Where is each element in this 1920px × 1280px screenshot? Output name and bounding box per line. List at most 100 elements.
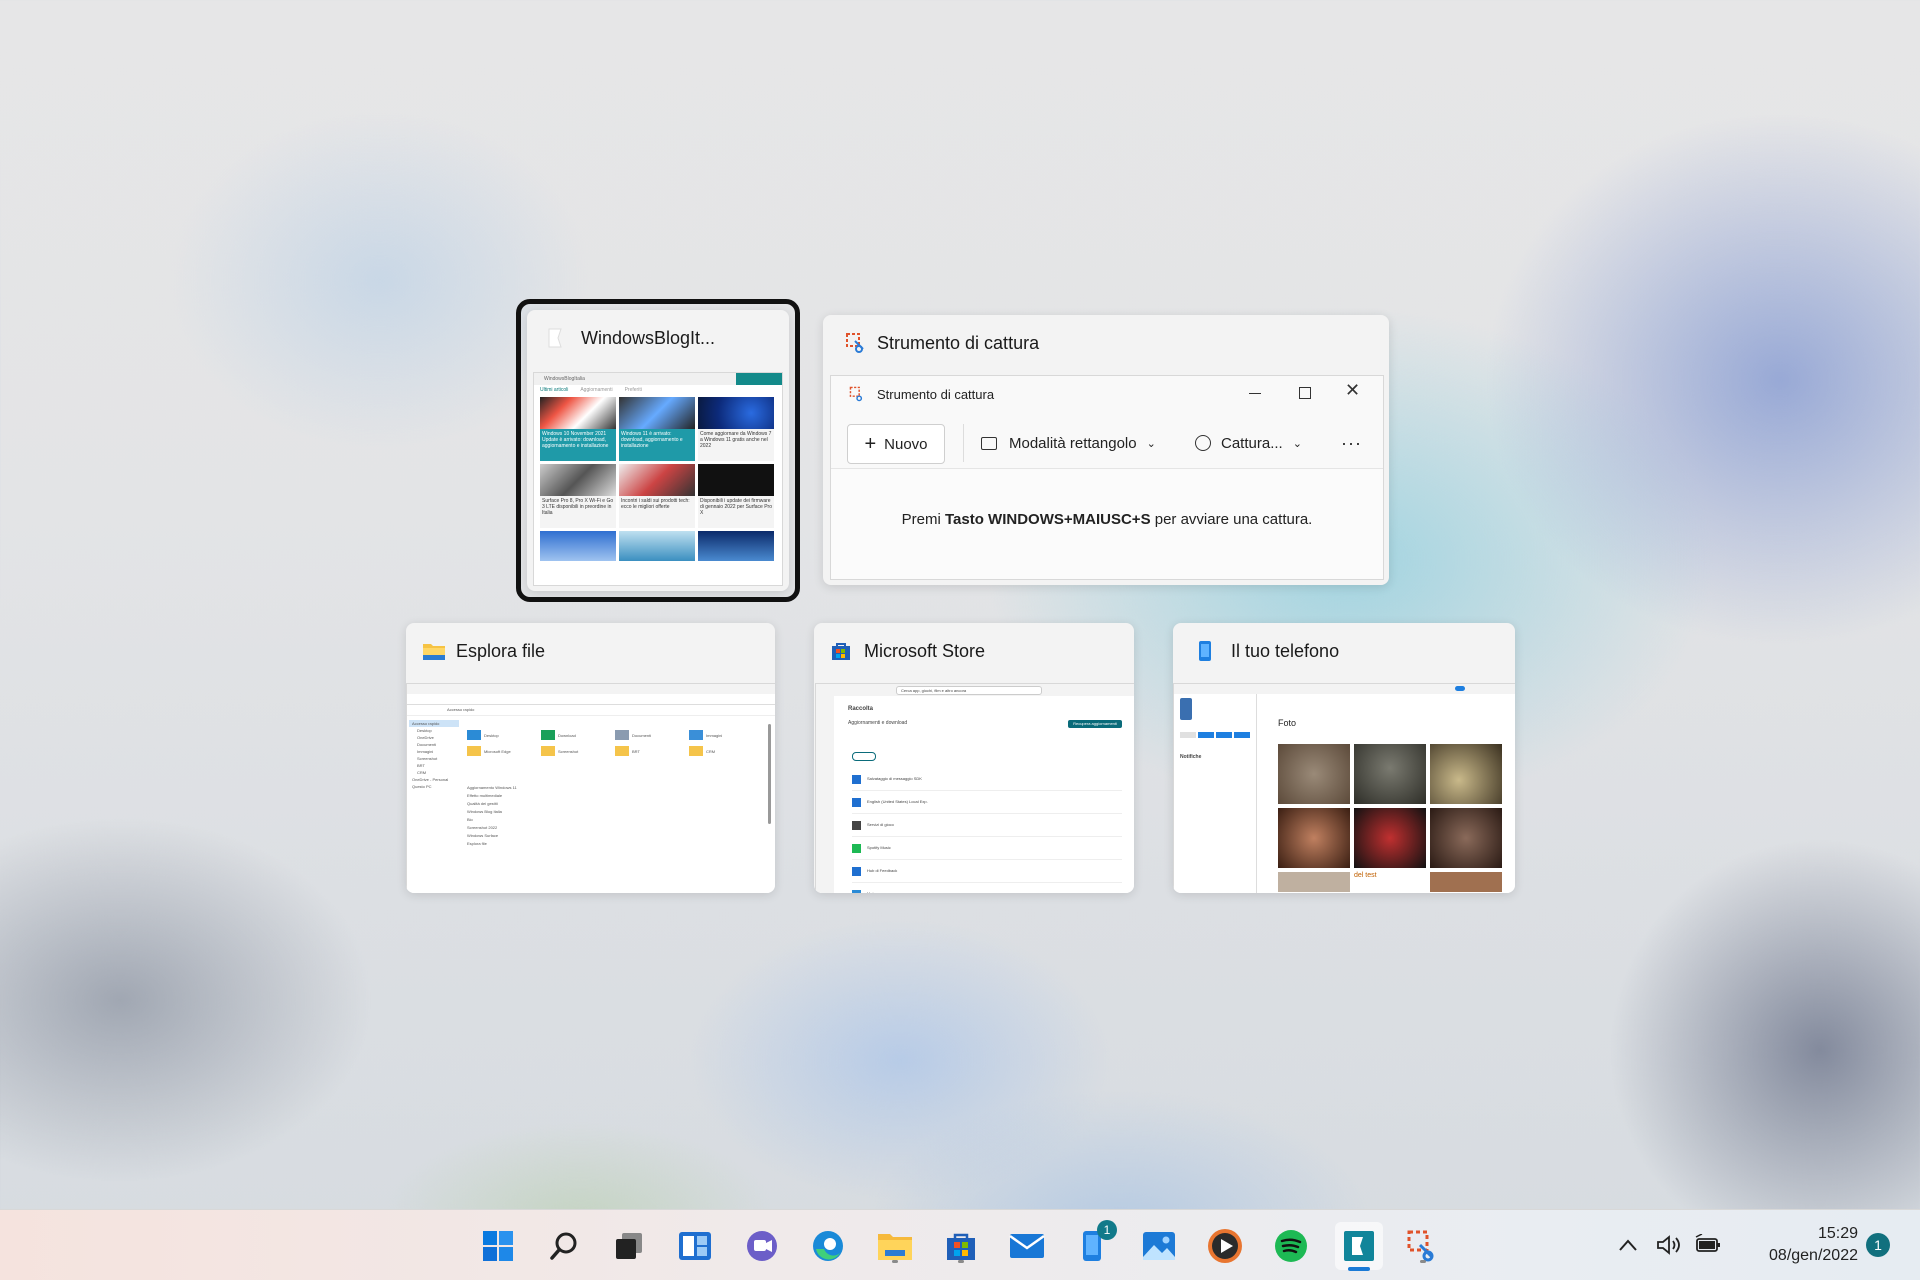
volume-button[interactable] xyxy=(1656,1210,1682,1280)
search-icon xyxy=(550,1232,577,1260)
window-card-your-phone[interactable]: Il tuo telefono Notifiche Foto del test xyxy=(1173,623,1515,893)
spotify-icon xyxy=(1275,1230,1307,1262)
preview-file: Effetto multimediale xyxy=(467,793,503,798)
preview-tile: Windows 11 è arrivato: download, aggiorn… xyxy=(619,397,695,461)
preview-folder: Desktop xyxy=(467,730,541,740)
more-options-icon[interactable]: ··· xyxy=(1341,424,1362,462)
snip-titlebar: Strumento di cattura ✕ xyxy=(831,376,1383,412)
hint-shortcut: Tasto WINDOWS+MAIUSC+S xyxy=(945,511,1151,528)
new-snip-button[interactable]: + Nuovo xyxy=(847,424,945,464)
clock-time: 15:29 xyxy=(1817,1225,1858,1242)
window-card-snipping-tool[interactable]: Strumento di cattura Strumento di cattur… xyxy=(823,315,1389,585)
preview-sidebar-item: OneDrive - Personal xyxy=(412,777,449,782)
tray-overflow-button[interactable] xyxy=(1618,1210,1638,1280)
snip-mode-dropdown[interactable]: Modalità rettangolo ⌄ xyxy=(981,424,1156,462)
mail-button[interactable] xyxy=(1007,1226,1047,1266)
media-player-button[interactable] xyxy=(1205,1226,1245,1266)
your-phone-button[interactable]: 1 xyxy=(1073,1220,1117,1266)
running-indicator xyxy=(892,1260,898,1263)
window-card-file-explorer[interactable]: Esplora file Accesso rapido Accesso rapi… xyxy=(406,623,775,893)
preview-folder-grid: Desktop Download Documenti Immagini Micr… xyxy=(467,730,767,756)
maximize-icon[interactable] xyxy=(1299,387,1311,399)
preview-photo xyxy=(1430,744,1502,804)
preview-app-row: Salvataggio di messaggio SDK xyxy=(852,768,1122,791)
preview-photo xyxy=(1430,872,1502,892)
preview-tile: Surface Pro 8, Pro X Wi-Fi e Go 3 LTE di… xyxy=(540,464,616,528)
microsoft-store-icon xyxy=(830,640,852,662)
chat-icon xyxy=(747,1231,777,1261)
start-button[interactable] xyxy=(478,1226,518,1266)
snipping-tool-icon xyxy=(849,386,865,402)
preview-ribbon xyxy=(407,694,775,705)
media-player-icon xyxy=(1208,1229,1242,1263)
preview-photo xyxy=(1278,744,1350,804)
edge-button[interactable] xyxy=(808,1226,848,1266)
battery-button[interactable] xyxy=(1694,1210,1722,1280)
window-title: Strumento di cattura xyxy=(877,332,1040,353)
preview-file: Qualità dei gestiti xyxy=(467,801,498,806)
snip-mode-label: Modalità rettangolo xyxy=(1009,434,1137,452)
widgets-icon xyxy=(679,1232,711,1260)
window-preview-microsoft-store: Cerca app, giochi, film e altro ancora R… xyxy=(815,683,1134,893)
preview-folder: Microsoft Edge xyxy=(467,746,541,756)
chevron-down-icon: ⌄ xyxy=(1146,437,1156,450)
plus-icon: + xyxy=(864,433,877,455)
notification-badge: 1 xyxy=(1097,1220,1117,1240)
snip-delay-dropdown[interactable]: Cattura... ⌄ xyxy=(1195,424,1302,462)
close-icon[interactable]: ✕ xyxy=(1345,380,1360,401)
preview-app-row: Meteo xyxy=(852,883,1122,893)
preview-sidebar-item: Accesso rapido xyxy=(409,720,459,727)
widgets-button[interactable] xyxy=(675,1226,715,1266)
windowsblog-button[interactable] xyxy=(1335,1222,1383,1271)
preview-file: Bio xyxy=(467,817,473,822)
preview-app-row: Hub di Feedback xyxy=(852,860,1122,883)
preview-search: Cerca app, giochi, film e altro ancora xyxy=(896,686,1042,695)
task-view-button[interactable] xyxy=(609,1226,649,1266)
task-view-icon xyxy=(616,1233,642,1259)
preview-section-title: Foto xyxy=(1278,718,1297,728)
teams-chat-button[interactable] xyxy=(742,1226,782,1266)
preview-app-row: Spotify Music xyxy=(852,837,1122,860)
preview-file: Aggiornamento Windows 11 xyxy=(467,785,517,790)
preview-subheading: Aggiornamenti e download xyxy=(848,720,908,726)
window-card-windowsblog[interactable]: WindowsBlogIt... WindowsBlogItalia Ultim… xyxy=(527,310,789,591)
window-title: WindowsBlogIt... xyxy=(581,327,716,348)
file-explorer-button[interactable] xyxy=(875,1226,915,1266)
preview-photo-grid: del test xyxy=(1278,744,1502,892)
preview-tile: Disponibili i update dei firmware di gen… xyxy=(698,464,774,528)
preview-sidebar-item: OneDrive xyxy=(417,735,434,740)
clock-icon xyxy=(1195,435,1211,451)
snipping-tool-button[interactable] xyxy=(1403,1226,1443,1266)
preview-app-row: Servizi di gioco xyxy=(852,814,1122,837)
running-indicator xyxy=(958,1260,964,1263)
preview-sidebar-item: Screenshot xyxy=(417,756,438,761)
preview-sidebar: Accesso rapido Desktop OneDrive Document… xyxy=(409,720,459,790)
minimize-icon[interactable] xyxy=(1249,393,1261,394)
clock-button[interactable]: 15:29 08/gen/2022 xyxy=(1738,1210,1858,1280)
window-preview-windowsblog: WindowsBlogItalia Ultimi articoli Aggior… xyxy=(533,372,783,586)
microsoft-store-button[interactable] xyxy=(941,1226,981,1266)
active-indicator xyxy=(1348,1267,1370,1271)
preview-toggle xyxy=(1455,686,1465,691)
app-icon-windowsblog xyxy=(545,327,567,349)
hint-prefix: Premi xyxy=(901,511,945,528)
preview-titlebar xyxy=(407,684,775,694)
preview-file-list: Aggiornamento Windows 11 Effetto multime… xyxy=(467,784,757,848)
spotify-button[interactable] xyxy=(1271,1226,1311,1266)
preview-sidebar-item: Questo PC xyxy=(412,784,432,789)
snip-delay-label: Cattura... xyxy=(1221,434,1283,452)
preview-sidebar-item: Documenti xyxy=(417,742,437,747)
preview-titlebar: Cerca app, giochi, film e altro ancora xyxy=(816,684,1134,696)
search-button[interactable] xyxy=(544,1226,584,1266)
window-preview-your-phone: Notifiche Foto del test xyxy=(1173,683,1515,893)
preview-update-button: Recupera aggiornamenti xyxy=(1068,720,1122,728)
snip-hint-area: Premi Tasto WINDOWS+MAIUSC+S per avviare… xyxy=(831,468,1383,579)
preview-folder: CRM xyxy=(689,746,763,756)
window-card-header: Esplora file xyxy=(406,623,775,679)
notification-center-button[interactable]: 1 xyxy=(1866,1210,1890,1280)
chevron-down-icon: ⌄ xyxy=(1292,437,1302,450)
window-card-microsoft-store[interactable]: Microsoft Store Cerca app, giochi, film … xyxy=(814,623,1134,893)
preview-nav-rail xyxy=(816,696,834,893)
preview-file: Screenshot 2022 xyxy=(467,825,498,830)
photos-button[interactable] xyxy=(1139,1226,1179,1266)
